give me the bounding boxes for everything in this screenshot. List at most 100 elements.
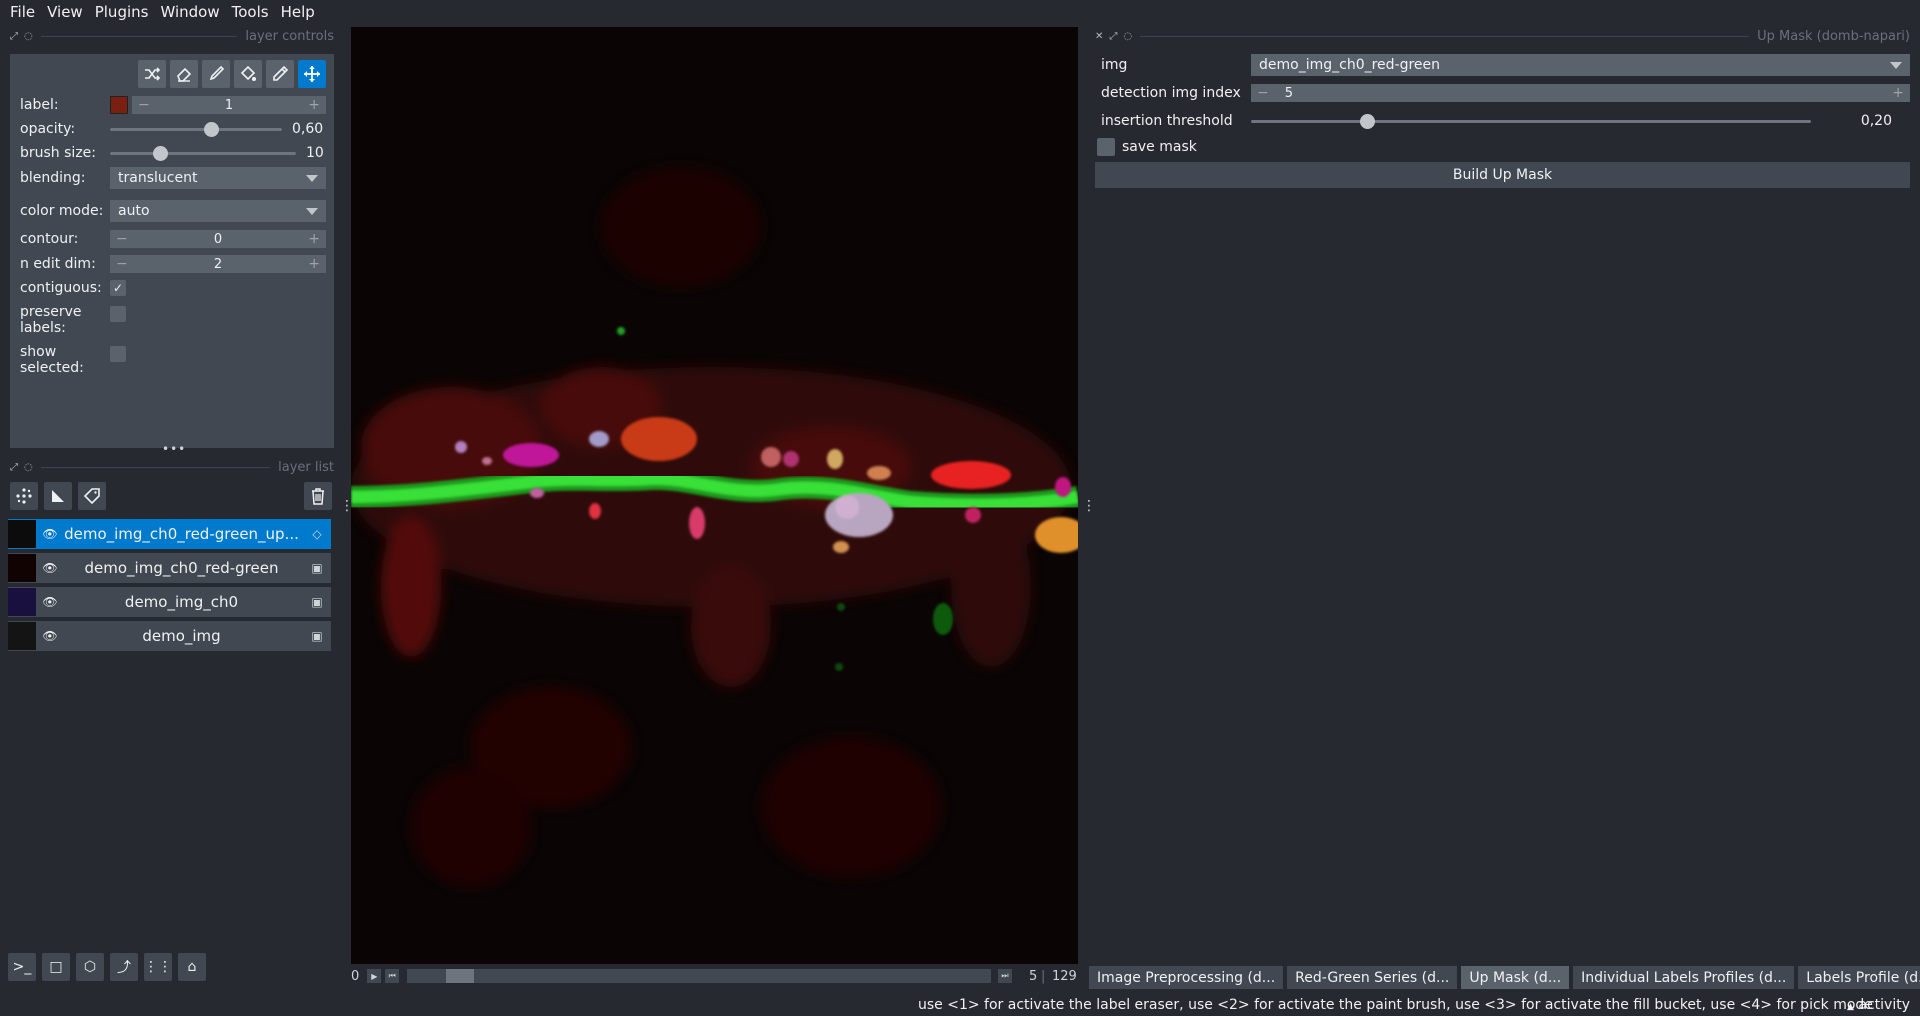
- brush-size-slider-thumb[interactable]: [152, 146, 168, 161]
- float-icon[interactable]: ⤢: [10, 462, 18, 473]
- opacity-slider-thumb[interactable]: [204, 122, 220, 137]
- close-icon[interactable]: ✕: [1095, 31, 1103, 42]
- opacity-value: 0,60: [292, 121, 324, 137]
- brush-size-slider[interactable]: [110, 144, 296, 162]
- menu-view[interactable]: View: [41, 3, 89, 21]
- layer-item[interactable]: 👁 demo_img ▣: [8, 621, 331, 651]
- pan-zoom-button[interactable]: [298, 60, 326, 88]
- new-shapes-layer-button[interactable]: [44, 482, 72, 510]
- increment-icon[interactable]: +: [308, 231, 320, 247]
- move-icon: [304, 66, 320, 82]
- cube-icon: ⬡: [83, 959, 97, 975]
- layer-name: demo_img_ch0_red-green_up...: [64, 525, 299, 543]
- console-button[interactable]: >_: [8, 953, 36, 981]
- hide-icon[interactable]: ◌: [1123, 31, 1132, 42]
- menu-window[interactable]: Window: [154, 3, 225, 21]
- terminal-icon: >_: [12, 959, 32, 975]
- preserve-labels-checkbox[interactable]: [110, 306, 126, 322]
- paint-brush-icon: [209, 65, 225, 81]
- picker-icon: [273, 65, 289, 81]
- eraser-button[interactable]: [170, 60, 198, 88]
- increment-icon[interactable]: +: [1892, 85, 1904, 101]
- eye-icon[interactable]: 👁: [40, 629, 60, 643]
- float-icon[interactable]: ⤢: [10, 31, 18, 42]
- dims-value[interactable]: 5: [1029, 969, 1037, 984]
- img-select[interactable]: demo_img_ch0_red-green: [1251, 54, 1910, 76]
- first-frame-button[interactable]: ⏮: [385, 969, 400, 983]
- brush-size-value: 10: [306, 145, 324, 161]
- paint-brush-button[interactable]: [202, 60, 230, 88]
- eye-icon[interactable]: 👁: [40, 561, 60, 575]
- eye-icon[interactable]: 👁: [40, 595, 60, 609]
- decrement-icon[interactable]: −: [116, 231, 128, 247]
- blending-select[interactable]: translucent: [110, 167, 326, 189]
- chevron-down-icon: [306, 208, 318, 215]
- opacity-slider[interactable]: [110, 120, 282, 138]
- decrement-icon[interactable]: −: [116, 256, 128, 272]
- layer-item[interactable]: 👁 demo_img_ch0_red-green ▣: [8, 553, 331, 583]
- detection-index-spinbox[interactable]: − 5 +: [1251, 84, 1910, 102]
- tab-individual-labels-profiles[interactable]: Individual Labels Profiles (d...: [1573, 966, 1795, 989]
- layer-item[interactable]: 👁 demo_img_ch0_red-green_up... ◇: [8, 519, 331, 549]
- save-mask-checkbox[interactable]: [1097, 138, 1115, 156]
- panel-splitter-handle[interactable]: •••: [162, 442, 186, 456]
- layer-item[interactable]: 👁 demo_img_ch0 ▣: [8, 587, 331, 617]
- float-icon[interactable]: ⤢: [1109, 31, 1117, 42]
- dims-slider-thumb[interactable]: [445, 969, 474, 983]
- shuffle-colors-button[interactable]: [138, 60, 166, 88]
- color-mode-select[interactable]: auto: [110, 200, 326, 222]
- menu-tools[interactable]: Tools: [226, 3, 275, 21]
- dims-slider-track[interactable]: [407, 969, 991, 983]
- delete-layer-button[interactable]: [304, 482, 332, 510]
- chevron-down-icon: [1890, 62, 1902, 69]
- increment-icon[interactable]: +: [308, 97, 320, 113]
- n-edit-dim-value: 2: [213, 256, 223, 272]
- layer-controls-title: layer controls: [245, 28, 334, 44]
- grid-button[interactable]: ⋮⋮: [144, 953, 172, 981]
- build-up-mask-button[interactable]: Build Up Mask: [1095, 162, 1910, 188]
- play-icon: ▶: [371, 971, 378, 981]
- n-edit-dim-spinbox[interactable]: − 2 +: [110, 255, 326, 273]
- tab-up-mask[interactable]: Up Mask (d...: [1461, 966, 1570, 989]
- tab-red-green-series[interactable]: Red-Green Series (d...: [1287, 966, 1458, 989]
- show-selected-checkbox[interactable]: [110, 346, 126, 362]
- menu-help[interactable]: Help: [275, 3, 321, 21]
- contour-spinbox[interactable]: − 0 +: [110, 230, 326, 248]
- transpose-button[interactable]: ⤴: [110, 953, 138, 981]
- threshold-slider[interactable]: [1251, 112, 1811, 130]
- label-icon: ◇: [312, 527, 322, 541]
- decrement-icon[interactable]: −: [1257, 85, 1269, 101]
- tab-image-preprocessing[interactable]: Image Preprocessing (d...: [1089, 966, 1284, 989]
- color-mode-text: color mode:: [20, 203, 104, 219]
- color-picker-button[interactable]: [266, 60, 294, 88]
- increment-icon[interactable]: +: [308, 256, 320, 272]
- color-mode-value: auto: [118, 203, 150, 219]
- decrement-icon[interactable]: −: [138, 97, 150, 113]
- viewer-canvas[interactable]: [351, 27, 1078, 964]
- tab-labels-profile[interactable]: Labels Profile (d...: [1798, 966, 1920, 989]
- last-frame-button[interactable]: ⏭: [998, 969, 1012, 983]
- contour-row: contour: − 0 +: [20, 230, 326, 248]
- new-points-layer-button[interactable]: [10, 482, 38, 510]
- contiguous-checkbox[interactable]: ✓: [110, 280, 126, 296]
- right-splitter-handle[interactable]: ⋮: [1082, 498, 1096, 514]
- hide-icon[interactable]: ◌: [24, 462, 33, 473]
- ndisplay-button[interactable]: □: [42, 953, 70, 981]
- home-button[interactable]: ⌂: [178, 953, 206, 981]
- activity-button[interactable]: ▲ activity: [1847, 997, 1910, 1013]
- layer-name: demo_img_ch0_red-green: [84, 559, 279, 577]
- label-spinbox[interactable]: − 1 +: [132, 96, 326, 114]
- hide-icon[interactable]: ◌: [24, 31, 33, 42]
- menu-file[interactable]: File: [4, 3, 41, 21]
- menu-plugins[interactable]: Plugins: [89, 3, 155, 21]
- up-mask-title: Up Mask (domb-napari): [1757, 28, 1910, 44]
- menubar: File View Plugins Window Tools Help: [0, 0, 1920, 24]
- roll-button[interactable]: ⬡: [76, 953, 104, 981]
- eye-icon[interactable]: 👁: [40, 527, 60, 541]
- tag-icon: [83, 488, 100, 505]
- play-button[interactable]: ▶: [367, 969, 382, 983]
- fill-bucket-button[interactable]: [234, 60, 262, 88]
- threshold-slider-thumb[interactable]: [1360, 114, 1375, 129]
- show-selected-text: show selected:: [20, 344, 84, 376]
- new-labels-layer-button[interactable]: [78, 482, 106, 510]
